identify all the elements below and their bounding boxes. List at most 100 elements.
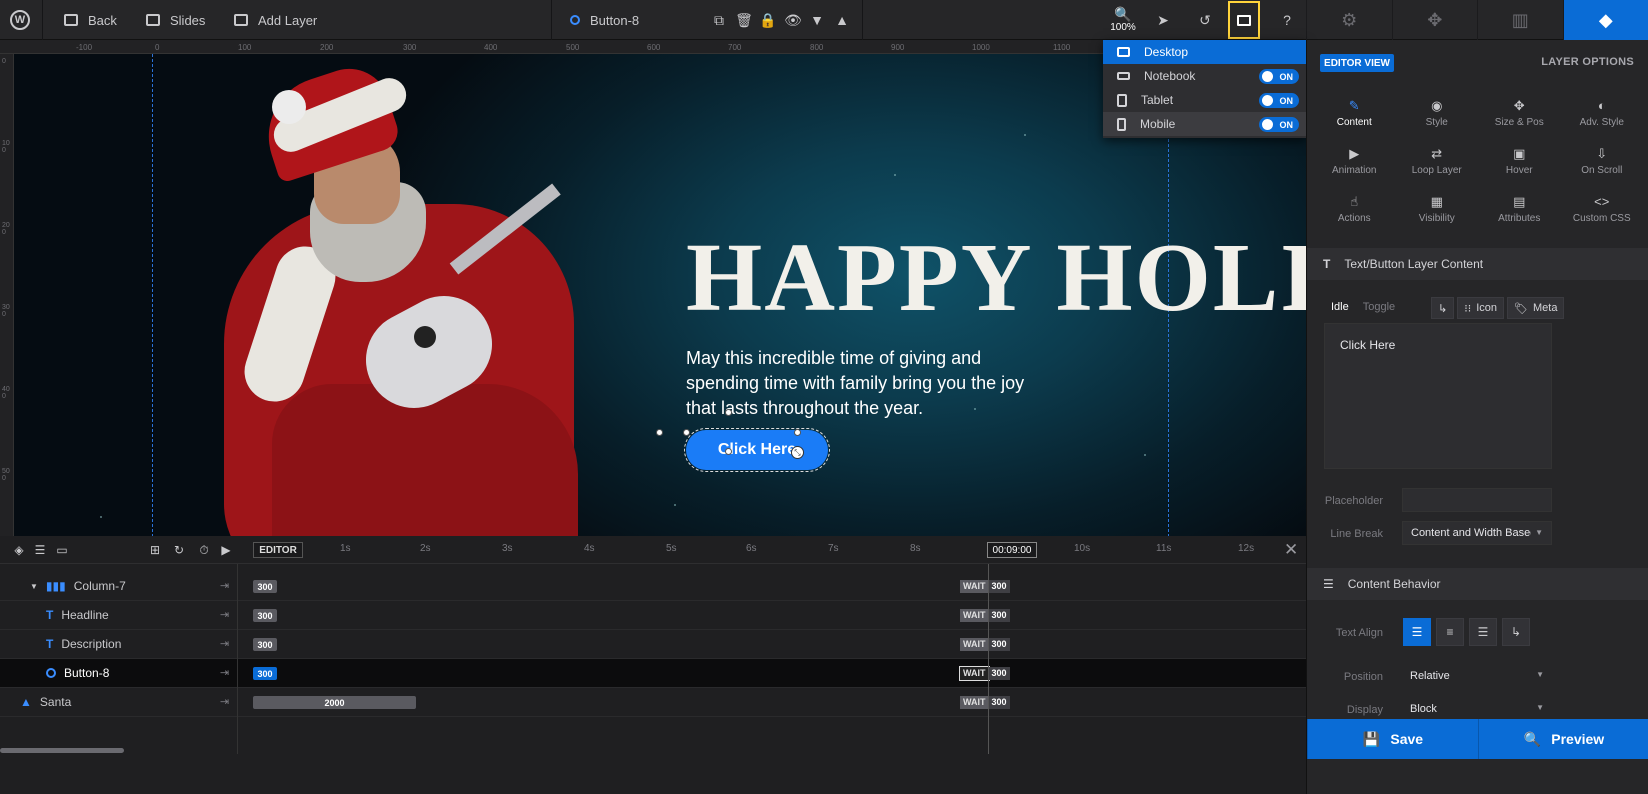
headline-layer[interactable]: HAPPY HOLID <box>686 222 1372 334</box>
settings-gear-icon[interactable]: ⚙ <box>1306 0 1392 40</box>
timeline-row-santa[interactable]: ▲ Santa ⇥ 2000 WAIT 300 <box>0 688 1306 717</box>
timing-bar[interactable]: 300 <box>253 638 277 651</box>
jump-icon[interactable]: ⇥ <box>220 579 229 592</box>
timing-bar[interactable]: 2000 <box>253 696 416 709</box>
tab-idle[interactable]: Idle <box>1331 301 1349 313</box>
timing-bar[interactable]: 300 <box>253 609 277 622</box>
wait-marker[interactable]: WAIT 300 <box>959 666 1010 681</box>
option-actions[interactable]: ☝ Actions <box>1313 194 1396 224</box>
second-label: 2s <box>420 543 431 554</box>
pencil-icon: ✎ <box>1348 98 1360 113</box>
arrow-up-icon[interactable]: ▲ <box>825 0 859 40</box>
option-on-scroll[interactable]: ⇩ On Scroll <box>1561 146 1644 176</box>
device-tablet[interactable]: Tablet ON <box>1103 88 1306 112</box>
wait-marker[interactable]: WAIT 300 <box>960 638 1010 651</box>
device-mobile[interactable]: Mobile ON <box>1103 112 1306 136</box>
timeline-row-description[interactable]: T Description ⇥ 300 WAIT 300 <box>0 630 1306 659</box>
help-icon[interactable]: ? <box>1270 0 1304 40</box>
jump-icon[interactable]: ⇥ <box>220 695 229 708</box>
line-break-button[interactable]: ↳ <box>1431 297 1455 319</box>
wait-marker[interactable]: WAIT 300 <box>960 580 1010 593</box>
scale-handle-icon[interactable]: ⤡ <box>791 446 804 459</box>
close-timeline-icon[interactable]: ✕ <box>1284 540 1298 560</box>
timeline-row-column-7[interactable]: ▼ ▮▮▮ Column-7 ⇥ 300 WAIT 300 <box>0 572 1306 601</box>
mobile-toggle[interactable]: ON <box>1259 117 1299 132</box>
align-return-icon[interactable]: ↳ <box>1502 618 1530 646</box>
resize-handle[interactable] <box>725 448 732 455</box>
jump-icon[interactable]: ⇥ <box>220 637 229 650</box>
option-attributes[interactable]: ▤ Attributes <box>1478 194 1561 224</box>
add-layer-button[interactable]: Add Layer <box>234 0 317 40</box>
play-icon[interactable]: ▶ <box>219 543 233 557</box>
device-desktop[interactable]: Desktop <box>1103 40 1306 64</box>
option-hover[interactable]: ▣ Hover <box>1478 146 1561 176</box>
timing-bar[interactable]: 300 <box>253 667 277 680</box>
section-layer-content[interactable]: T Text/Button Layer Content <box>1307 248 1648 280</box>
tablet-toggle[interactable]: ON <box>1259 93 1299 108</box>
align-center-icon[interactable]: ≡ <box>1436 618 1464 646</box>
align-right-icon[interactable]: ☰ <box>1469 618 1497 646</box>
cursor-icon[interactable]: ➤ <box>1146 0 1180 40</box>
editor-tag[interactable]: EDITOR <box>253 542 303 558</box>
notebook-toggle[interactable]: ON <box>1259 69 1299 84</box>
navigation-icon[interactable]: ✥ <box>1391 0 1478 40</box>
line-break-select[interactable]: Content and Width Based ▼ <box>1402 521 1552 545</box>
device-notebook[interactable]: Notebook ON <box>1103 64 1306 88</box>
tab-toggle[interactable]: Toggle <box>1363 301 1395 313</box>
collapse-icon[interactable]: ▼ <box>30 582 38 591</box>
timeline-row-headline[interactable]: T Headline ⇥ 300 WAIT 300 <box>0 601 1306 630</box>
section-content-behavior[interactable]: ☰ Content Behavior <box>1307 568 1648 600</box>
option-content[interactable]: ✎ Content <box>1313 98 1396 128</box>
back-button[interactable]: Back <box>64 0 117 40</box>
resize-handle[interactable] <box>683 429 690 436</box>
wait-marker[interactable]: WAIT 300 <box>960 696 1010 709</box>
description-layer[interactable]: May this incredible time of giving and s… <box>686 346 1046 421</box>
selected-layer-indicator[interactable]: Button-8 <box>570 0 639 40</box>
content-textarea[interactable]: Click Here <box>1324 323 1552 469</box>
resize-handle[interactable] <box>794 429 801 436</box>
option-visibility[interactable]: ▦ Visibility <box>1396 194 1479 224</box>
folder-icon[interactable]: ▭ <box>55 543 69 557</box>
display-select[interactable]: Block ▼ <box>1402 697 1552 721</box>
option-animation[interactable]: ▶ Animation <box>1313 146 1396 176</box>
wordpress-logo[interactable]: W <box>10 0 30 40</box>
device-switch-button[interactable] <box>1228 1 1260 39</box>
slides-button[interactable]: Slides <box>146 0 205 40</box>
icon-button[interactable]: ⁝⁝ Icon <box>1457 297 1505 319</box>
ruler-tick: 500 <box>2 468 10 482</box>
list-icon[interactable]: ☰ <box>33 543 47 557</box>
slide-layout-icon[interactable]: ▥ <box>1477 0 1563 40</box>
position-select[interactable]: Relative ▼ <box>1402 664 1552 688</box>
layer-options-title[interactable]: LAYER OPTIONS <box>1541 56 1634 68</box>
timecode[interactable]: 00:09:00 <box>987 542 1037 558</box>
editor-view-button[interactable]: EDITOR VIEW <box>1320 54 1394 72</box>
undo-icon[interactable]: ↺ <box>1188 0 1222 40</box>
align-left-icon[interactable]: ☰ <box>1403 618 1431 646</box>
jump-icon[interactable]: ⇥ <box>220 608 229 621</box>
option-size-pos[interactable]: ✥ Size & Pos <box>1478 98 1561 128</box>
meta-button[interactable]: 🏷 Meta <box>1507 297 1565 319</box>
preview-button[interactable]: 🔍 Preview <box>1478 719 1648 759</box>
save-button[interactable]: 💾 Save <box>1307 719 1478 759</box>
option-custom-css[interactable]: <> Custom CSS <box>1561 194 1644 224</box>
timing-bar[interactable]: 300 <box>253 580 277 593</box>
resize-handle[interactable] <box>725 409 732 416</box>
jump-icon[interactable]: ⇥ <box>220 666 229 679</box>
ruler-tick: 100 <box>2 140 10 154</box>
timeline-row-button-8[interactable]: Button-8 ⇥ 300 WAIT 300 <box>0 659 1306 688</box>
horizontal-scrollbar[interactable] <box>0 748 124 753</box>
option-loop-layer[interactable]: ⇄ Loop Layer <box>1396 146 1479 176</box>
loop-icon[interactable]: ↻ <box>172 543 186 557</box>
wait-marker[interactable]: WAIT 300 <box>960 609 1010 622</box>
placeholder-field[interactable] <box>1402 488 1552 512</box>
resize-handle[interactable] <box>656 429 663 436</box>
click-here-button-layer[interactable]: Click Here <box>684 428 830 472</box>
timeline-header: ◈ ☰ ▭ ⊞ ↻ ⏱ ▶ EDITOR 1s 2s 3s 4s 5s 6s 7… <box>0 536 1306 564</box>
option-adv-style[interactable]: ◐ Adv. Style <box>1561 98 1644 128</box>
playhead[interactable] <box>988 564 989 754</box>
option-style[interactable]: ◉ Style <box>1396 98 1479 128</box>
layers-stack-icon[interactable]: ◈ <box>12 543 26 557</box>
grid-icon[interactable]: ⊞ <box>148 543 162 557</box>
timer-icon[interactable]: ⏱ <box>197 543 211 557</box>
layers-icon[interactable]: ◆ <box>1562 0 1648 40</box>
